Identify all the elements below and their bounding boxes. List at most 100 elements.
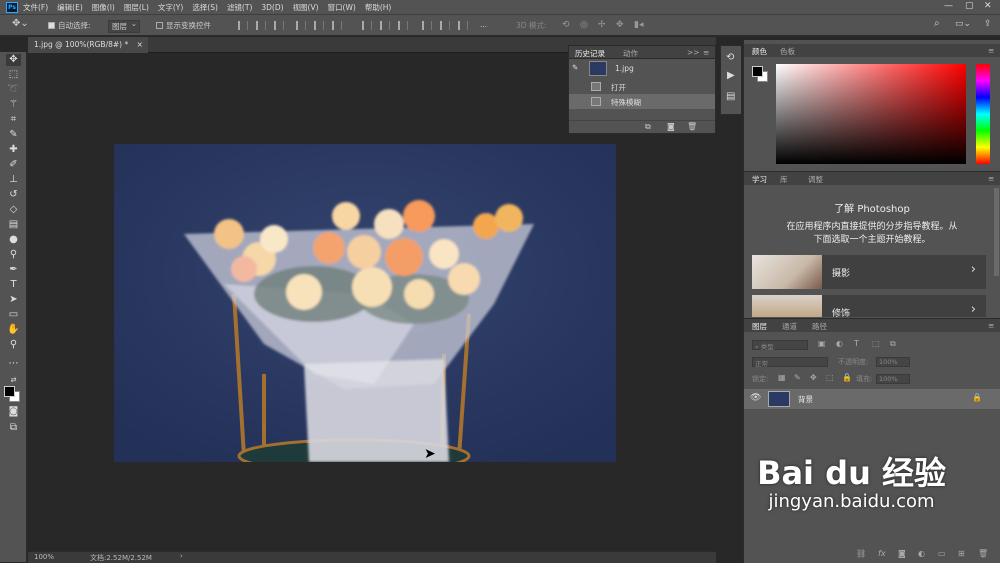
distribute-left-icon[interactable]: [422, 21, 432, 30]
eyedropper-icon[interactable]: ✎: [6, 129, 21, 141]
foreground-color-swatch[interactable]: [4, 386, 15, 397]
close-icon[interactable]: ✕: [984, 1, 992, 11]
pan-3d-icon[interactable]: ✢: [598, 20, 606, 30]
distribute-top-icon[interactable]: [362, 21, 372, 30]
share-icon[interactable]: ⇪: [984, 19, 992, 29]
menu-window[interactable]: 窗口(W): [328, 2, 356, 13]
tab-actions[interactable]: 动作: [623, 48, 638, 59]
distribute-middle-icon[interactable]: [380, 21, 390, 30]
zoom-tool-icon[interactable]: ⚲: [6, 339, 21, 351]
slide-3d-icon[interactable]: ✥: [616, 20, 624, 30]
orbit-3d-icon[interactable]: ⟲: [562, 20, 570, 30]
history-brush-source-icon[interactable]: ✎: [572, 63, 578, 72]
panel-menu-icon[interactable]: ≡: [988, 174, 994, 183]
scale-3d-icon[interactable]: ▮◂: [634, 20, 643, 30]
blend-mode-select[interactable]: 正常: [752, 357, 828, 368]
camera-snapshot-icon[interactable]: ◙: [667, 122, 675, 131]
layer-row[interactable]: 👁 背景 🔒: [744, 389, 1000, 409]
tab-channels[interactable]: 通道: [782, 321, 797, 332]
status-arrow-icon[interactable]: ›: [180, 552, 183, 560]
align-middle-icon[interactable]: [314, 21, 324, 30]
blur-tool-icon[interactable]: ●: [6, 234, 21, 246]
learn-scrollbar[interactable]: [994, 188, 999, 276]
distribute-right-icon[interactable]: [458, 21, 468, 30]
crop-tool-icon[interactable]: ⌗: [6, 114, 21, 126]
panel-menu-icon[interactable]: ≡: [988, 321, 994, 330]
history-snapshot[interactable]: ✎ 1.jpg: [569, 59, 715, 79]
lock-artboard-icon[interactable]: ⬚: [826, 373, 834, 382]
restore-icon[interactable]: ▢: [965, 1, 974, 11]
align-top-icon[interactable]: [296, 21, 306, 30]
menu-help[interactable]: 帮助(H): [365, 2, 392, 13]
align-bottom-icon[interactable]: [332, 21, 342, 30]
more-options[interactable]: ...: [480, 20, 487, 29]
new-group-icon[interactable]: ▭: [938, 549, 946, 558]
layer-filter-input[interactable]: ⌕ 类型: [752, 340, 808, 351]
menu-file[interactable]: 文件(F): [23, 2, 48, 13]
foreground-color-chip[interactable]: [752, 66, 763, 77]
filter-shape-icon[interactable]: ⬚: [872, 339, 880, 348]
hue-slider[interactable]: [976, 64, 990, 164]
gradient-tool-icon[interactable]: ▤: [6, 219, 21, 231]
lock-all-icon[interactable]: 🔒: [842, 373, 852, 382]
tab-learn[interactable]: 学习: [752, 174, 767, 185]
history-step[interactable]: 打开: [569, 79, 715, 94]
align-left-icon[interactable]: [238, 21, 248, 30]
fx-icon[interactable]: fx: [878, 549, 886, 558]
tab-swatches[interactable]: 色板: [780, 46, 795, 57]
menu-view[interactable]: 视图(V): [293, 2, 319, 13]
tab-close-icon[interactable]: ×: [137, 40, 143, 49]
history-step[interactable]: 特殊模糊: [569, 94, 715, 109]
lock-pixels-icon[interactable]: ✎: [794, 373, 801, 382]
menu-type[interactable]: 文字(Y): [158, 2, 183, 13]
fill-input[interactable]: 100%: [876, 374, 910, 384]
zoom-level[interactable]: 100%: [34, 553, 54, 561]
eraser-icon[interactable]: ◇: [6, 204, 21, 216]
menu-select[interactable]: 选择(S): [192, 2, 218, 13]
tab-history[interactable]: 历史记录: [575, 48, 605, 59]
hand-tool-icon[interactable]: ✋: [6, 324, 21, 336]
auto-select-checkbox[interactable]: 自动选择:: [48, 20, 91, 31]
panel-expand-icon[interactable]: >>: [687, 48, 700, 57]
history-brush-icon[interactable]: ↺: [6, 189, 21, 201]
brush-tool-icon[interactable]: ✐: [6, 159, 21, 171]
document-tab[interactable]: 1.jpg @ 100%(RGB/8#) * ×: [28, 37, 148, 53]
lock-transparency-icon[interactable]: ▦: [778, 373, 786, 382]
menu-3d[interactable]: 3D(D): [261, 3, 283, 12]
tab-layers[interactable]: 图层: [752, 321, 767, 332]
adjustment-layer-icon[interactable]: ◐: [918, 549, 925, 558]
menu-image[interactable]: 图像(I): [92, 2, 115, 13]
auto-select-dropdown[interactable]: 图层: [108, 19, 140, 33]
menu-edit[interactable]: 编辑(E): [57, 2, 83, 13]
trash-icon[interactable]: 🗑: [687, 122, 697, 131]
filter-smart-object-icon[interactable]: ⧉: [890, 339, 896, 349]
tab-paths[interactable]: 路径: [812, 321, 827, 332]
swap-colors-icon[interactable]: ⇄: [6, 374, 21, 386]
align-right-icon[interactable]: [274, 21, 284, 30]
properties-panel-icon[interactable]: ▤: [726, 91, 735, 102]
opacity-input[interactable]: 100%: [876, 357, 910, 367]
panel-menu-icon[interactable]: ≡: [988, 46, 994, 55]
tab-color[interactable]: 颜色: [752, 46, 767, 57]
distribute-bottom-icon[interactable]: [398, 21, 408, 30]
filter-adjustment-icon[interactable]: ◐: [836, 339, 843, 348]
document-image[interactable]: ➤: [114, 144, 616, 462]
magic-wand-icon[interactable]: ⚚: [6, 99, 21, 111]
panel-menu-icon[interactable]: ≡: [703, 48, 709, 57]
learn-card-photography[interactable]: 摄影 ›: [752, 255, 986, 289]
transform-controls-checkbox[interactable]: 显示变换控件: [156, 20, 211, 31]
workspace-icon[interactable]: ▭⌄: [955, 19, 971, 29]
tab-libraries[interactable]: 库: [780, 174, 788, 185]
lasso-tool-icon[interactable]: ➰: [6, 84, 21, 96]
tab-adjustments[interactable]: 调整: [808, 174, 823, 185]
rectangle-tool-icon[interactable]: ▭: [6, 309, 21, 321]
search-icon[interactable]: ⌕: [934, 18, 940, 29]
link-layers-icon[interactable]: ⛓: [856, 549, 866, 558]
dodge-tool-icon[interactable]: ⚲: [6, 249, 21, 261]
distribute-center-icon[interactable]: [440, 21, 450, 30]
new-layer-icon[interactable]: ⊞: [958, 549, 965, 558]
marquee-tool-icon[interactable]: ⬚: [6, 69, 21, 81]
trash-icon[interactable]: 🗑: [978, 549, 988, 558]
type-tool-icon[interactable]: T: [6, 279, 21, 291]
filter-pixel-icon[interactable]: ▣: [818, 339, 826, 348]
